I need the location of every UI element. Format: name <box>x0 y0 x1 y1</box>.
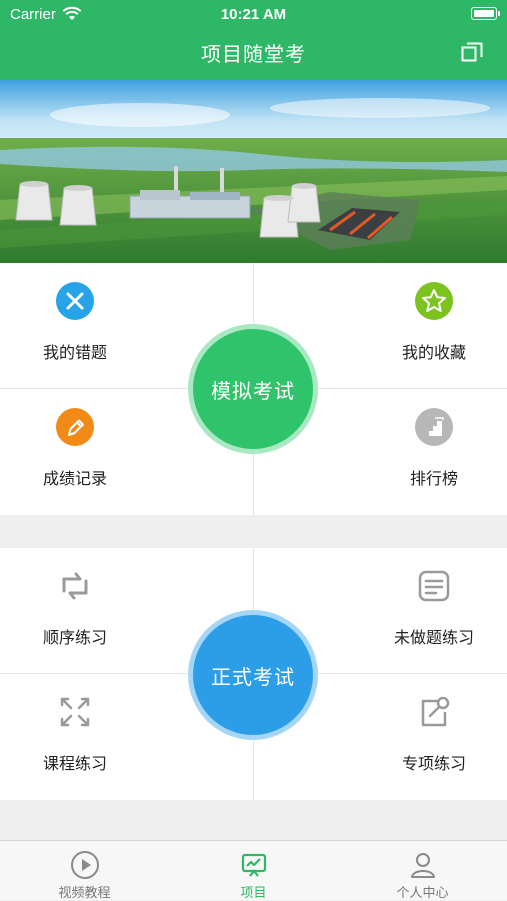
window-switch-icon[interactable] <box>461 42 483 62</box>
score-record-icon <box>56 408 94 446</box>
course-practice-icon <box>60 697 90 727</box>
tab-bar: 视频教程 项目 个人中心 <box>0 840 507 901</box>
mock-exam-button[interactable]: 模拟考试 <box>193 329 313 449</box>
wrong-answers-icon <box>56 282 94 320</box>
page-title: 项目随堂考 <box>201 42 306 66</box>
item-label: 顺序练习 <box>42 628 107 647</box>
special-practice-icon <box>421 696 450 727</box>
status-time: 10:21 AM <box>220 6 287 23</box>
navigation-bar: Carrier 10:21 AM 项目随堂考 <box>0 0 507 80</box>
tab-project[interactable]: 项目 <box>169 841 338 901</box>
status-bar: Carrier 10:21 AM <box>0 0 507 28</box>
item-label: 我的错题 <box>42 343 107 362</box>
unanswered-practice-icon <box>418 570 450 602</box>
tab-personal-center[interactable]: 个人中心 <box>338 841 507 901</box>
battery-icon <box>471 7 500 20</box>
project-icon <box>241 853 267 877</box>
item-label: 我的收藏 <box>401 343 466 362</box>
person-icon <box>411 853 435 878</box>
tab-label: 项目 <box>240 886 267 901</box>
ranking-icon <box>415 408 453 446</box>
item-label: 成绩记录 <box>42 469 107 488</box>
item-label: 未做题练习 <box>393 628 474 647</box>
item-label: 课程练习 <box>42 754 107 773</box>
item-label: 排行榜 <box>409 469 458 488</box>
tab-label: 视频教程 <box>58 886 111 901</box>
tab-label: 个人中心 <box>396 886 449 901</box>
favorites-star-icon <box>415 282 453 320</box>
sequential-practice-icon <box>62 572 88 600</box>
item-label: 专项练习 <box>401 754 466 773</box>
formal-exam-button[interactable]: 正式考试 <box>193 615 313 735</box>
power-plant-banner <box>0 80 507 263</box>
video-play-icon <box>71 851 99 879</box>
tab-video-tutorials[interactable]: 视频教程 <box>0 841 169 901</box>
